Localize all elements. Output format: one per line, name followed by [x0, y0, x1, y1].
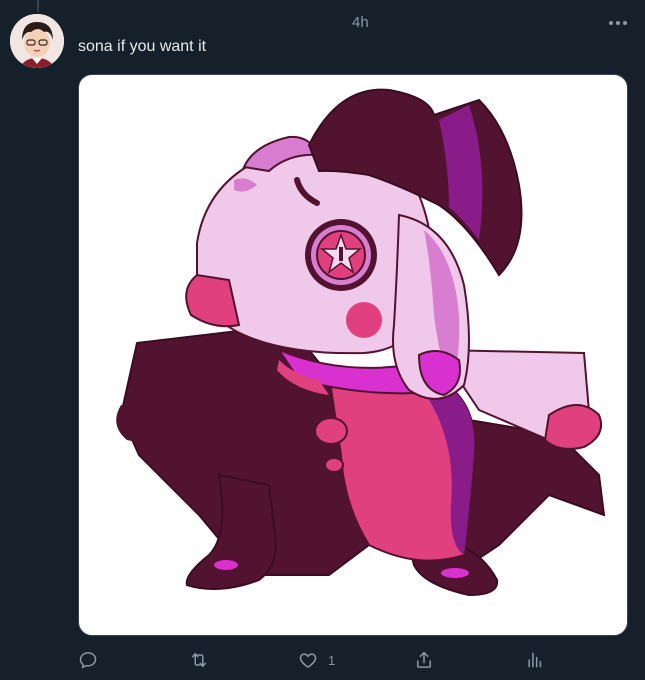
- retweet-button[interactable]: [188, 647, 210, 673]
- action-bar: 1: [0, 645, 645, 675]
- post-media[interactable]: [78, 74, 628, 636]
- like-button[interactable]: 1: [298, 647, 335, 673]
- post-caption: sona if you want it: [78, 38, 207, 55]
- reply-icon: [79, 652, 97, 669]
- analytics-button[interactable]: [525, 647, 545, 673]
- like-count: 1: [328, 652, 336, 668]
- thread-line: [37, 0, 39, 12]
- share-icon: [417, 651, 431, 668]
- retweet-icon: [192, 653, 206, 667]
- heart-icon: [299, 653, 317, 668]
- user-avatar-icon: [10, 14, 64, 68]
- reply-button[interactable]: [78, 647, 98, 673]
- more-button[interactable]: [605, 10, 631, 36]
- more-horizontal-icon: [609, 21, 627, 25]
- timestamp[interactable]: 4h: [352, 14, 369, 31]
- analytics-icon: [528, 652, 542, 668]
- post: 4h sona if you want it 1: [0, 0, 645, 680]
- avatar[interactable]: [10, 14, 64, 68]
- share-button[interactable]: [414, 647, 434, 673]
- sona-character-artwork: [116, 88, 606, 597]
